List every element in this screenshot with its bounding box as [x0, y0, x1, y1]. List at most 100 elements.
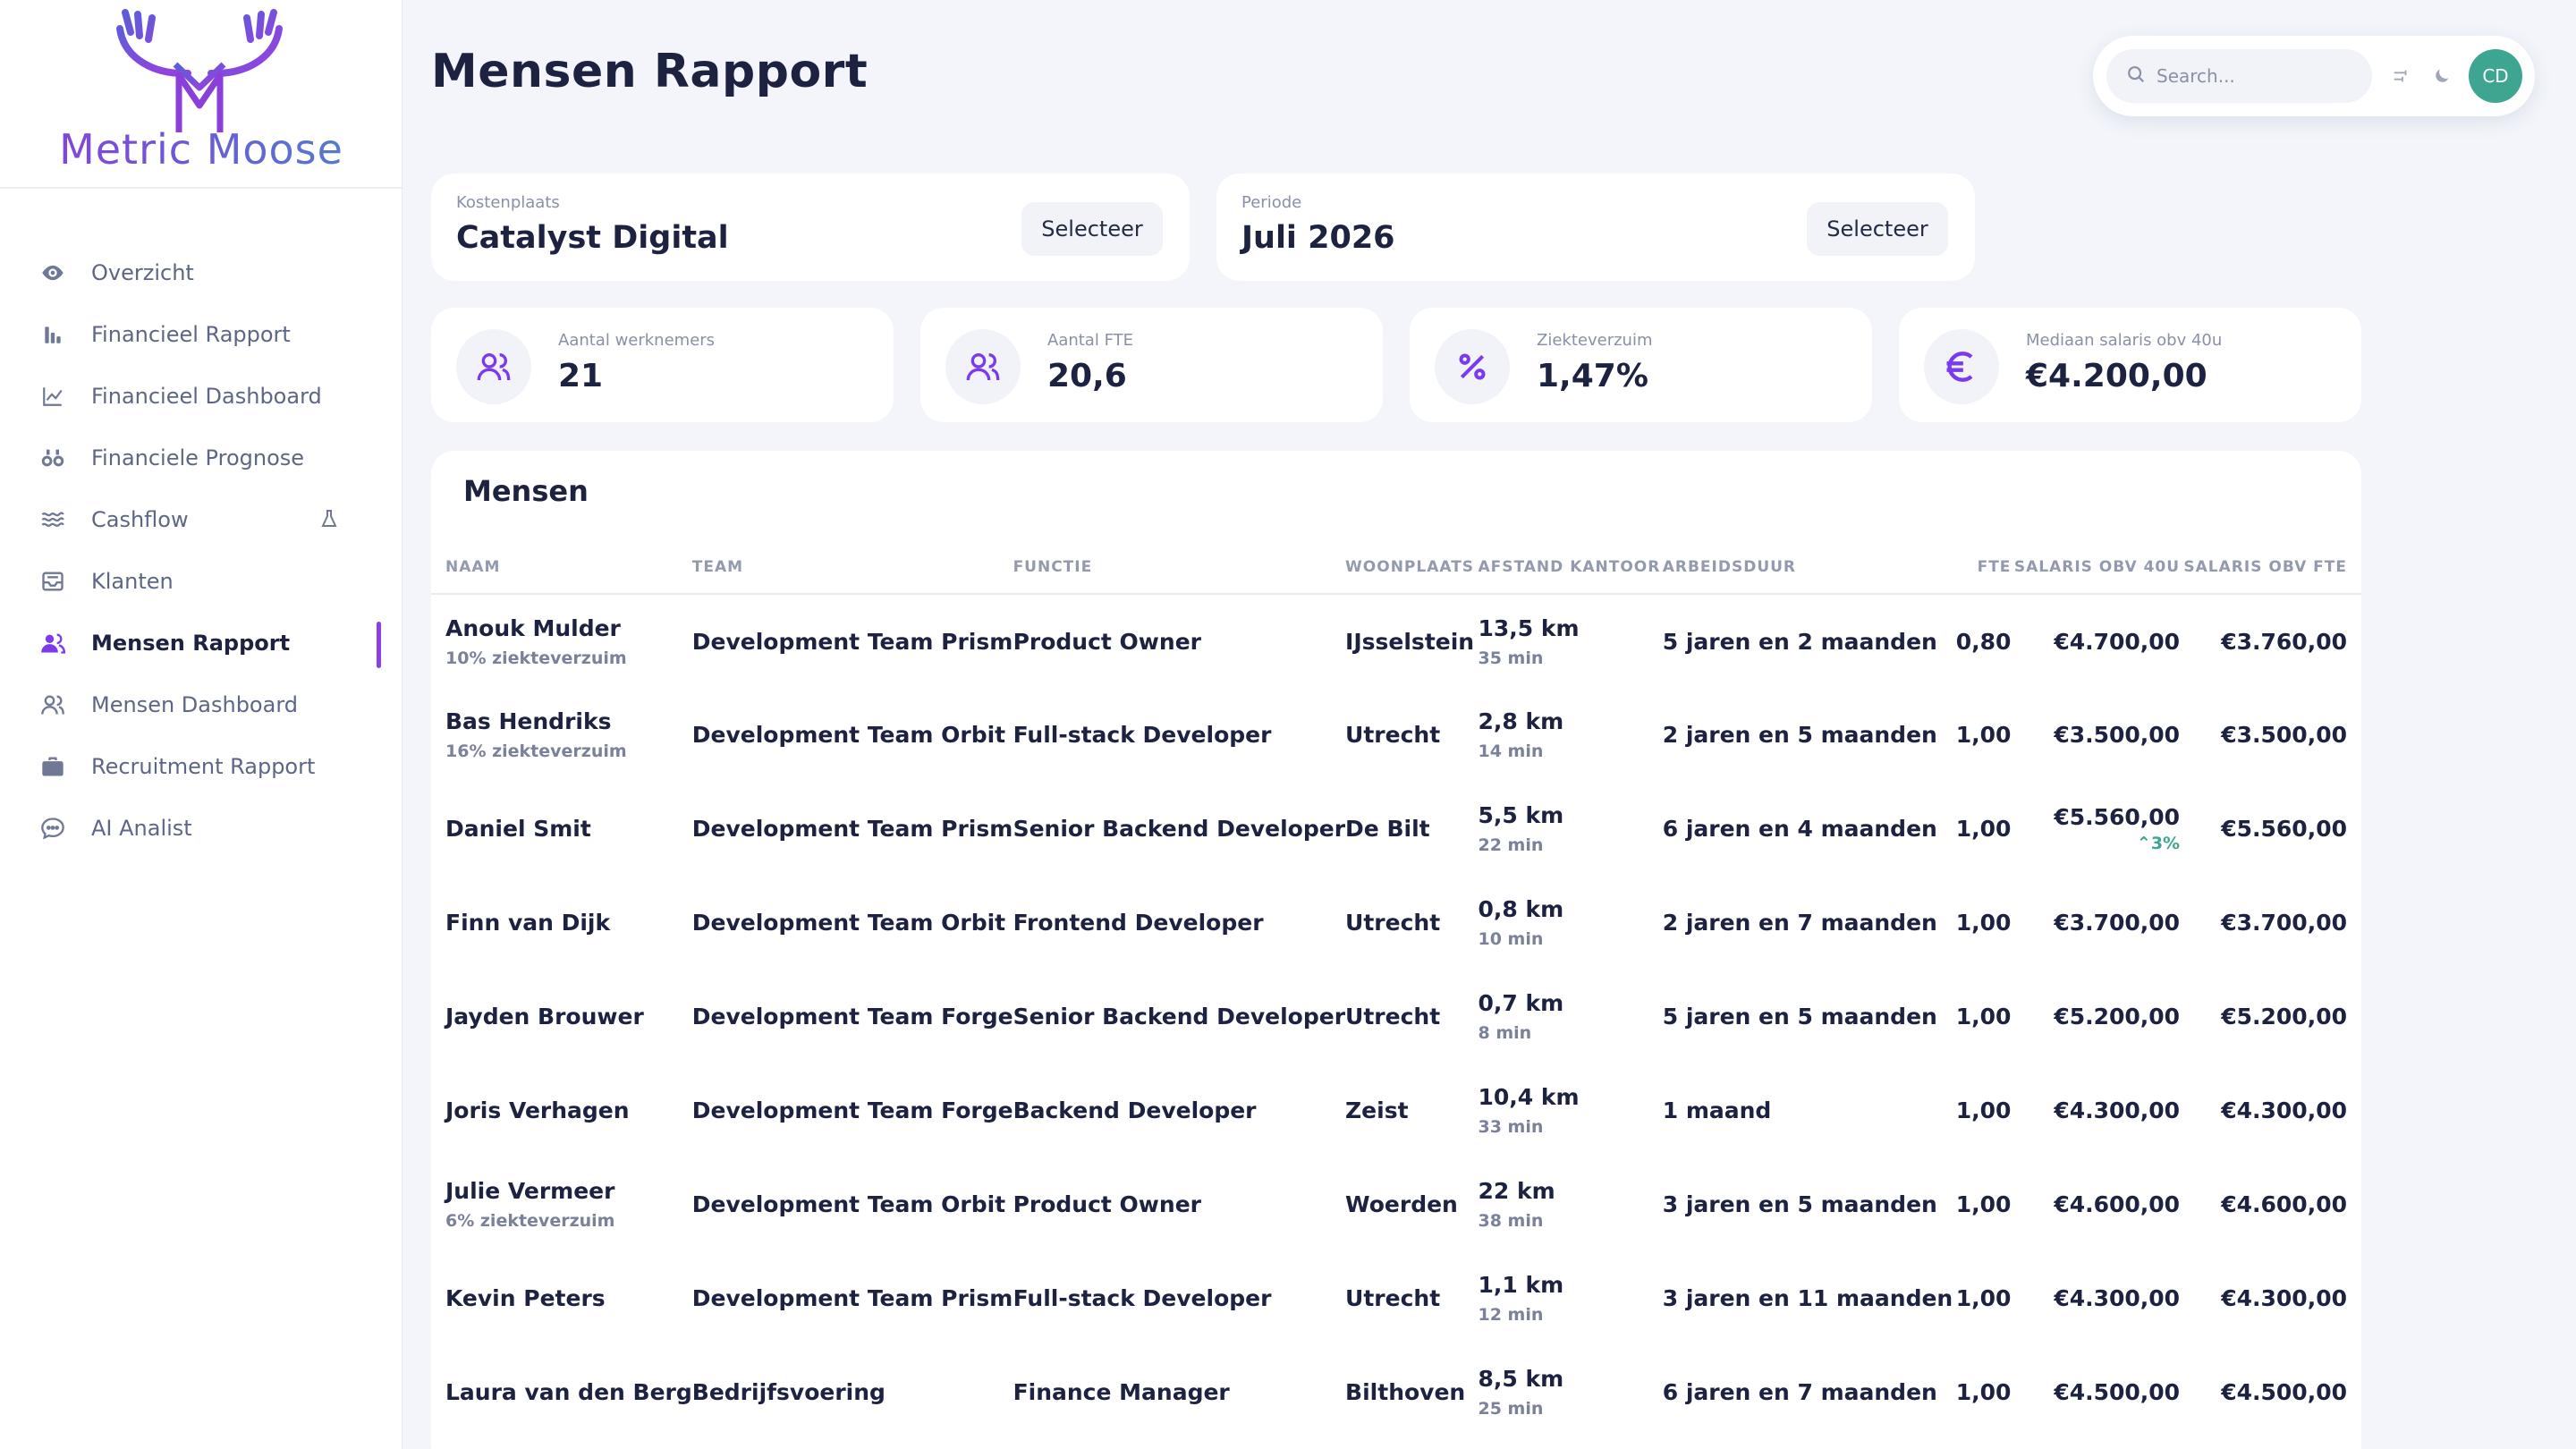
search-box[interactable]	[2106, 49, 2372, 103]
sidebar-item-label: AI Analist	[91, 815, 192, 841]
cell-functie: Product Owner	[1013, 628, 1201, 655]
sidebar-item-label: Recruitment Rapport	[91, 753, 316, 779]
cell-afstand: 10,4 km 33 min	[1478, 1063, 1662, 1157]
sidebar-item-financieel-rapport[interactable]: Financieel Rapport	[0, 303, 402, 365]
cell-arbeidsduur: 1 maand	[1662, 1097, 1772, 1123]
employee-name[interactable]: Daniel Smit	[445, 816, 692, 842]
sidebar-item-label: Klanten	[91, 568, 174, 594]
sidebar-item-label: Financieel Dashboard	[91, 383, 322, 409]
table-row[interactable]: Finn van Dijk Development Team Orbit Front…	[431, 876, 2361, 970]
stat-label: Mediaan salaris obv 40u	[2026, 331, 2223, 350]
employee-name[interactable]: Finn van Dijk	[445, 910, 692, 936]
cell-woonplaats: Zeist	[1345, 1097, 1409, 1123]
avatar[interactable]: CD	[2469, 49, 2522, 103]
filter-kostenplaats: Kostenplaats Catalyst Digital Selecteer	[431, 174, 1190, 281]
cell-arbeidsduur: 5 jaren en 5 maanden	[1662, 1004, 1937, 1030]
logo[interactable]: Metric Moose	[0, 0, 402, 189]
employee-name[interactable]: Bas Hendriks	[445, 708, 692, 734]
salary-40u: €4.300,00	[2054, 1285, 2181, 1311]
euro-icon	[1924, 329, 1999, 404]
sidebar-item-financieel-dashboard[interactable]: Financieel Dashboard	[0, 365, 402, 427]
cell-fte: 1,00	[1955, 1004, 2012, 1030]
salary-40u: €4.600,00	[2054, 1191, 2181, 1217]
page-title: Mensen Rapport	[431, 45, 869, 98]
select-periode-button[interactable]: Selecteer	[1807, 202, 1948, 256]
column-header-arbeidsduur[interactable]: ARBEIDSDUUR	[1662, 540, 1953, 595]
cell-functie: Full-stack Developer	[1013, 1285, 1272, 1311]
table-row[interactable]: Kevin Peters Development Team Prism Full-s…	[431, 1251, 2361, 1345]
column-header-salaris-fte[interactable]: SALARIS OBV FTE	[2180, 540, 2361, 595]
cell-fte: 1,00	[1955, 816, 2012, 842]
sidebar-item-financiele-prognose[interactable]: Financiele Prognose	[0, 427, 402, 488]
cell-arbeidsduur: 2 jaren en 5 maanden	[1662, 722, 1937, 748]
cell-team: Development Team Orbit	[691, 722, 1006, 748]
cell-team: Development Team Orbit	[691, 1191, 1006, 1217]
cell-naam: Bas Hendriks 16% ziekteverzuim	[431, 688, 692, 782]
bar-chart-icon	[39, 321, 66, 348]
employee-name[interactable]: Anouk Mulder	[445, 615, 692, 641]
sidebar-item-mensen-rapport[interactable]: Mensen Rapport	[0, 612, 402, 674]
employee-name[interactable]: Joris Verhagen	[445, 1097, 692, 1123]
filter-sliders-icon[interactable]	[2388, 63, 2415, 89]
distance-km: 13,5 km	[1478, 614, 1580, 641]
cell-woonplaats: Bilthoven	[1345, 1379, 1466, 1405]
stat-ziekteverzuim: Ziekteverzuim 1,47%	[1410, 308, 1872, 422]
briefcase-icon	[39, 753, 66, 780]
sidebar-item-overzicht[interactable]: Overzicht	[0, 242, 402, 303]
cell-team: Development Team Forge	[691, 1004, 1013, 1030]
column-header-fte[interactable]: FTE	[1953, 540, 2012, 595]
sidebar-item-klanten[interactable]: Klanten	[0, 550, 402, 612]
column-header-team[interactable]: TEAM	[691, 540, 1013, 595]
sidebar-item-ai-analist[interactable]: AI Analist	[0, 797, 402, 859]
table-row[interactable]: Daniel Smit Development Team Prism Senior …	[431, 782, 2361, 876]
stat-value: 21	[558, 358, 604, 394]
mensen-table-card: Mensen NAAM TEAM FUNCTIE WOONPLAATS AFST…	[431, 451, 2361, 1449]
sidebar-item-recruitment-rapport[interactable]: Recruitment Rapport	[0, 735, 402, 797]
cell-afstand: 5,5 km 22 min	[1478, 782, 1662, 876]
cell-arbeidsduur: 2 jaren en 7 maanden	[1662, 910, 1937, 936]
search-input[interactable]	[2157, 65, 2353, 87]
employee-name[interactable]: Julie Vermeer	[445, 1178, 692, 1204]
users-outline-icon	[39, 691, 66, 718]
cell-salaris-40u: €4.300,00	[2011, 1251, 2180, 1345]
salary-40u: €3.500,00	[2054, 722, 2181, 748]
column-header-salaris-40u[interactable]: SALARIS OBV 40U	[2011, 540, 2181, 595]
dark-mode-icon[interactable]	[2428, 63, 2455, 89]
distance-km: 1,1 km	[1478, 1272, 1564, 1298]
column-header-functie[interactable]: FUNCTIE	[1013, 540, 1346, 595]
sidebar-item-cashflow[interactable]: Cashflow	[0, 488, 402, 550]
table-row[interactable]: Julie Vermeer 6% ziekteverzuim Development…	[431, 1157, 2361, 1251]
table-row[interactable]: Anouk Mulder 10% ziekteverzuim Development…	[431, 594, 2361, 688]
salary-40u: €4.500,00	[2054, 1379, 2181, 1405]
salary-40u: €4.700,00	[2054, 628, 2181, 655]
column-header-woonplaats[interactable]: WOONPLAATS	[1345, 540, 1479, 595]
column-header-afstand[interactable]: AFSTAND KANTOOR	[1478, 540, 1663, 595]
logo-text: Metric Moose	[0, 125, 402, 174]
table-row[interactable]: Jayden Brouwer Development Team Forge Seni…	[431, 970, 2361, 1063]
cell-arbeidsduur: 3 jaren en 5 maanden	[1662, 1191, 1937, 1217]
cell-team: Development Team Prism	[691, 1285, 1013, 1311]
cell-naam: Kevin Peters	[431, 1251, 692, 1345]
table-row[interactable]: Laura van den Berg Bedrijfsvoering Finance…	[431, 1345, 2361, 1439]
filter-label: Kostenplaats	[456, 193, 560, 212]
cell-fte: 1,00	[1955, 910, 2012, 936]
travel-time: 25 min	[1478, 1399, 1544, 1419]
moose-logo-icon	[116, 9, 283, 132]
table-row[interactable]: Joris Verhagen Development Team Forge Back…	[431, 1063, 2361, 1157]
eye-icon	[39, 259, 66, 286]
cell-afstand: 0,7 km 8 min	[1478, 970, 1662, 1063]
select-kostenplaats-button[interactable]: Selecteer	[1021, 202, 1163, 256]
cell-team: Development Team Prism	[691, 816, 1013, 842]
employee-name[interactable]: Kevin Peters	[445, 1285, 692, 1311]
ziekteverzuim-note: 16% ziekteverzuim	[445, 741, 627, 761]
filter-label: Periode	[1241, 193, 1302, 212]
travel-time: 22 min	[1478, 835, 1544, 855]
stat-value: 20,6	[1047, 358, 1127, 394]
employee-name[interactable]: Laura van den Berg	[445, 1379, 692, 1405]
column-header-naam[interactable]: NAAM	[431, 540, 692, 595]
sidebar-item-mensen-dashboard[interactable]: Mensen Dashboard	[0, 674, 402, 735]
cell-fte: 1,00	[1955, 1097, 2012, 1123]
employee-name[interactable]: Jayden Brouwer	[445, 1004, 692, 1030]
table-row[interactable]: Bas Hendriks 16% ziekteverzuim Development…	[431, 688, 2361, 782]
top-toolbar: CD	[2093, 36, 2535, 116]
